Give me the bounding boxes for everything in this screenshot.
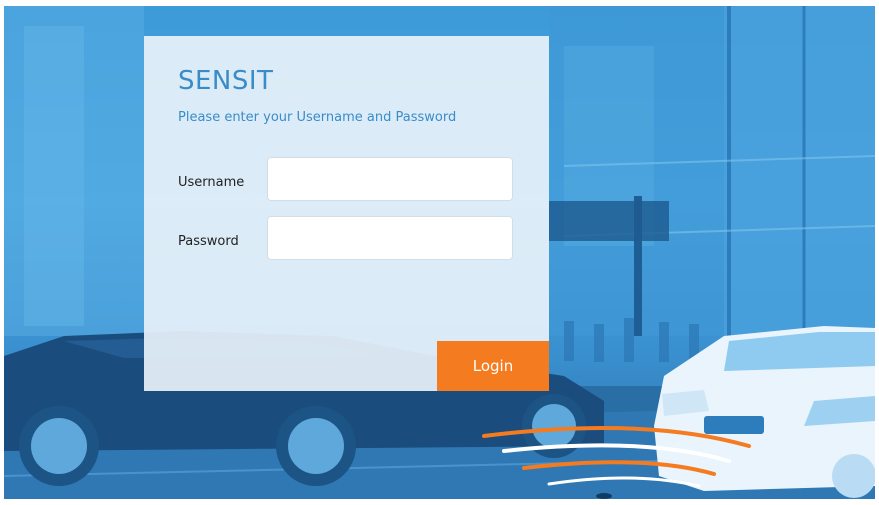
brand-title: SENSIT <box>178 66 274 96</box>
username-input[interactable] <box>267 157 513 201</box>
username-label: Username <box>178 175 245 190</box>
password-input[interactable] <box>267 216 513 260</box>
password-label: Password <box>178 234 239 249</box>
background-scene: SENSIT Please enter your Username and Pa… <box>4 6 875 499</box>
login-panel: SENSIT Please enter your Username and Pa… <box>144 36 549 391</box>
login-subtitle: Please enter your Username and Password <box>178 110 457 125</box>
login-button[interactable]: Login <box>437 341 549 391</box>
